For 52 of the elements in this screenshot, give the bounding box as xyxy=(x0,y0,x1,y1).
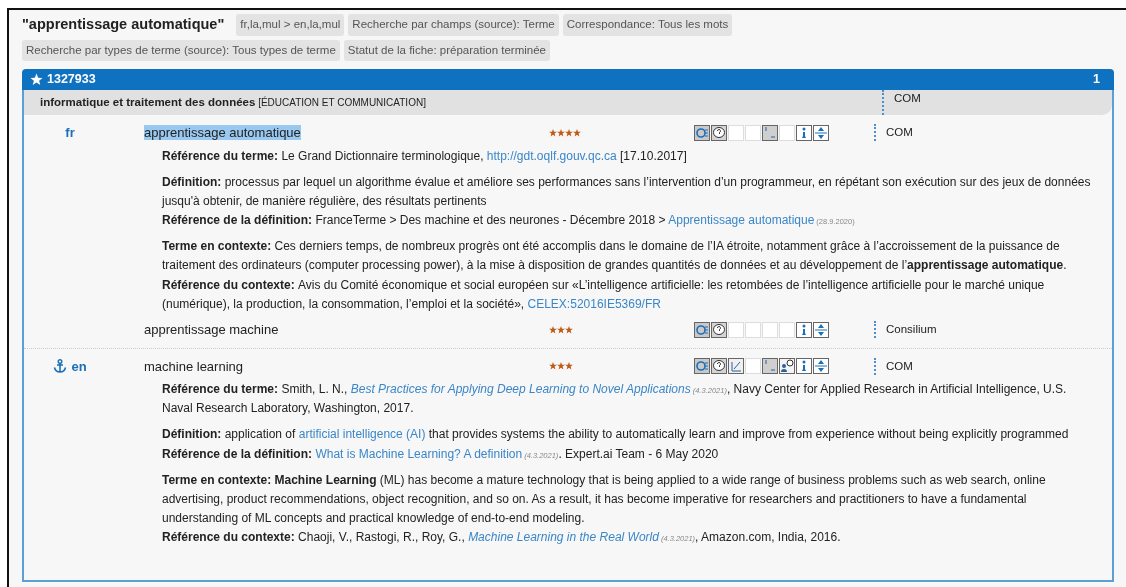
window-icon xyxy=(762,358,778,375)
empty-slot-icon xyxy=(728,124,744,141)
empty-slot-icon xyxy=(745,358,761,375)
empty-slot-icon xyxy=(745,124,761,141)
search-query: "apprentissage automatique" xyxy=(22,15,225,34)
filter-tag: fr,la,mul > en,la,mul xyxy=(236,14,345,36)
source-code: Consilium xyxy=(886,323,937,336)
empty-slot-icon xyxy=(728,321,744,338)
up-down-icon xyxy=(813,358,829,375)
field-text: Terme en contexte: Ces derniers temps, de nombreux progrès ont été accomplis dans le domaine de l’IA étroite, notamment grâce à l’accroissement de la puissance de traitement des ordinateurs (computer processing power), à la mise à disposition de grandes quantités de données et au développement de l’apprentissage automatique. xyxy=(162,238,1068,275)
link[interactable]: Apprentissage automatique xyxy=(668,213,815,228)
domain-code: COM xyxy=(894,91,921,104)
empty-slot-icon xyxy=(762,321,778,338)
source-code: COM xyxy=(886,126,913,139)
empty-slot-icon xyxy=(745,321,761,338)
source-code: COM xyxy=(886,359,913,372)
speech-bubble-icon xyxy=(711,124,727,141)
language-code: fr xyxy=(65,124,75,142)
field-text: Référence du terme: Le Grand Dictionnaire terminologique, http://gdt.oqlf.gouv.qc.ca [17.10.2017] xyxy=(162,147,688,165)
speech-bubble-icon xyxy=(711,358,727,375)
email-icon xyxy=(694,358,710,375)
record-count: 1 xyxy=(1093,71,1100,88)
up-down-icon xyxy=(813,321,829,338)
empty-slot-icon xyxy=(779,124,795,141)
link[interactable]: artificial intelligence (AI) xyxy=(298,427,426,442)
filter-tag: Recherche par champs (source): Terme xyxy=(348,14,559,36)
link[interactable]: Machine Learning in the Real World xyxy=(468,530,659,545)
up-down-icon xyxy=(813,124,829,141)
link[interactable]: Best Practices for Applying Deep Learning to Novel Applications xyxy=(350,382,691,396)
filter-tag: Statut de la fiche: préparation terminée xyxy=(343,39,550,61)
empty-slot-icon xyxy=(779,321,795,338)
link[interactable]: http://gdt.oqlf.gouv.qc.ca xyxy=(486,148,617,163)
field-text: Définition: application of artificial intelligence (AI) that provides systems the ability to automatically learn and improve from experience without being explicitly programmed xyxy=(162,426,1070,444)
link[interactable]: What is Machine Learning? A definition xyxy=(315,446,523,461)
term: apprentissage automatique xyxy=(144,125,301,140)
term: machine learning xyxy=(144,358,243,374)
field-text: Référence du contexte: Avis du Comité économique et social européen sur «L’intelligence artificielle: les retombées de l’intelligence artificielle pour le marché unique (numérique), la production, la consommation, l’emploi et la société», CELEX:52016IE5369/FR xyxy=(162,276,1046,313)
filter-tag: Correspondance: Tous les mots xyxy=(562,14,733,36)
email-icon xyxy=(694,124,710,141)
term: apprentissage machine xyxy=(144,322,279,337)
link[interactable]: CELEX:52016IE5369/FR xyxy=(527,296,661,311)
record-number: 1327933 xyxy=(47,71,96,88)
field-text: Terme en contexte: Machine Learning (ML) has become a mature technology that is being applied to a wide range of business problems such as web search, online advertising, product recommendations, object recognition, and so on. As a result, it has become imperative for researchers and practitioners to have a fundamental understanding of ML concepts and practical knowledge of end-to-end modeling. xyxy=(162,471,1047,528)
email-icon xyxy=(694,321,710,338)
filter-tag: Recherche par types de terme (source): Tous types de terme xyxy=(22,39,340,61)
star-icon xyxy=(30,72,43,86)
window-icon xyxy=(762,124,778,141)
speech-bubble-icon xyxy=(711,321,727,338)
pen-icon xyxy=(728,358,744,375)
domain-label: informatique et traitement des données [ÉDUCATION ET COMMUNICATION] xyxy=(39,94,427,110)
language-code: en xyxy=(71,357,87,376)
field-text: Définition: processus par lequel un algorithme évalue et améliore ses performances sans l’intervention d’un programmeur, en répétant son exécution sur des jeux de données jusqu'à obtenir, de manière régulière, des résultats pertinents xyxy=(162,173,1092,210)
